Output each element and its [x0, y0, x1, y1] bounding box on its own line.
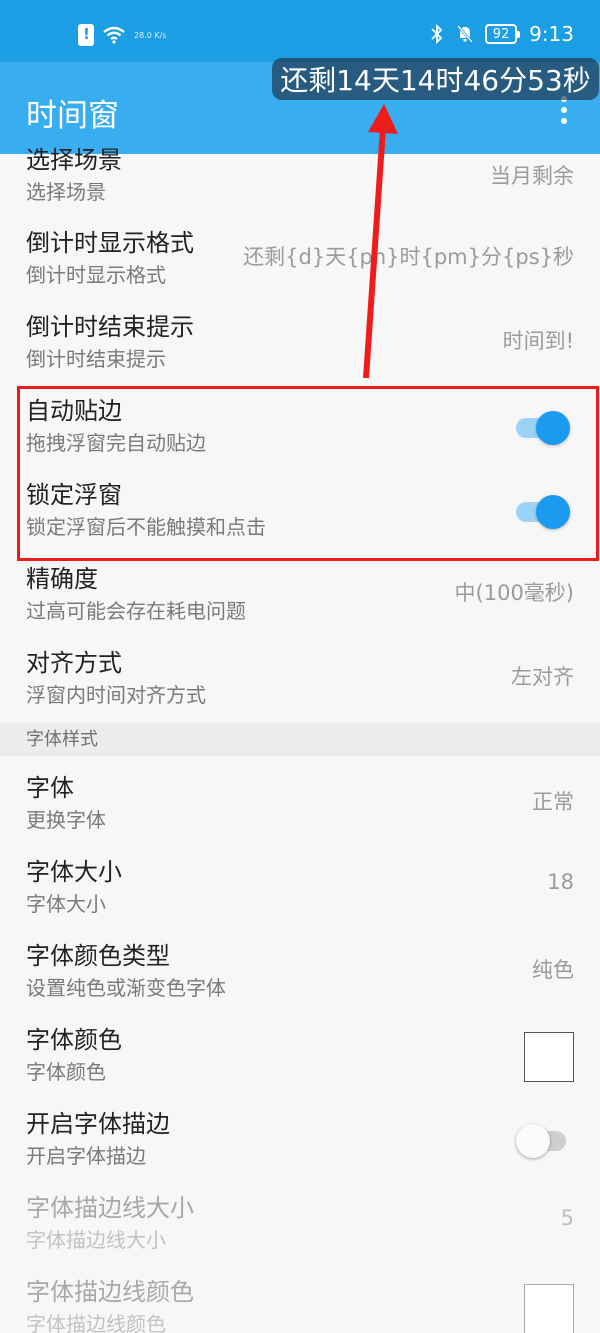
- pref-title: 倒计时结束提示: [26, 313, 194, 341]
- pref-value: 正常: [532, 790, 574, 814]
- status-bar: 28.0 K/s 92 9:13: [0, 0, 600, 62]
- pref-title: 倒计时显示格式: [26, 229, 194, 257]
- pref-value: 左对齐: [511, 665, 574, 689]
- pref-title: 字体颜色类型: [26, 942, 170, 970]
- sim-alert-icon: [78, 24, 94, 46]
- pref-precision[interactable]: 精确度 过高可能会存在耗电问题 中(100毫秒): [0, 551, 600, 635]
- pref-summary: 字体描边线颜色: [26, 1312, 166, 1333]
- pref-summary: 更换字体: [26, 808, 106, 832]
- pref-font-color-type[interactable]: 字体颜色类型 设置纯色或渐变色字体 纯色: [0, 928, 600, 1012]
- pref-value: 中(100毫秒): [454, 581, 574, 605]
- pref-title: 对齐方式: [26, 649, 122, 677]
- pref-summary: 字体描边线大小: [26, 1228, 166, 1252]
- wifi-icon: [103, 26, 125, 44]
- stroke-color-swatch: [524, 1284, 574, 1333]
- settings-list: 选择场景 选择场景 当月剩余 倒计时显示格式 倒计时显示格式 还剩{d}天{ph…: [0, 146, 600, 1333]
- bluetooth-icon: [431, 23, 443, 45]
- annotation-highlight-box: [17, 386, 599, 561]
- pref-title: 字体: [26, 774, 74, 802]
- pref-alignment[interactable]: 对齐方式 浮窗内时间对齐方式 左对齐: [0, 635, 600, 719]
- battery-icon: 92: [485, 24, 521, 44]
- category-header: 字体样式: [0, 723, 600, 756]
- pref-countdown-format[interactable]: 倒计时显示格式 倒计时显示格式 还剩{d}天{ph}时{pm}分{ps}秒: [0, 215, 600, 299]
- pref-value: 时间到!: [502, 329, 574, 353]
- pref-title: 开启字体描边: [26, 1110, 170, 1138]
- pref-title: 字体颜色: [26, 1026, 122, 1054]
- pref-summary: 过高可能会存在耗电问题: [26, 599, 246, 623]
- pref-summary: 字体颜色: [26, 1060, 106, 1084]
- pref-summary: 开启字体描边: [26, 1144, 146, 1168]
- pref-summary: 浮窗内时间对齐方式: [26, 683, 206, 707]
- mute-bell-icon: [457, 25, 474, 43]
- pref-title: 字体描边线大小: [26, 1194, 194, 1222]
- pref-title: 精确度: [26, 565, 98, 593]
- pref-stroke-color: 字体描边线颜色 字体描边线颜色: [0, 1264, 600, 1333]
- pref-summary: 倒计时结束提示: [26, 347, 166, 371]
- pref-scene[interactable]: 选择场景 选择场景 当月剩余: [0, 146, 600, 215]
- status-clock: 9:13: [529, 22, 574, 46]
- pref-font-color[interactable]: 字体颜色 字体颜色: [0, 1012, 600, 1096]
- floating-countdown-window[interactable]: 还剩14天14时46分53秒: [272, 58, 599, 100]
- pref-value: 18: [547, 870, 574, 894]
- pref-value: 还剩{d}天{ph}时{pm}分{ps}秒: [243, 245, 574, 269]
- pref-title: 字体描边线颜色: [26, 1278, 194, 1306]
- pref-summary: 选择场景: [26, 180, 106, 204]
- pref-value: 5: [560, 1206, 574, 1230]
- network-speed: 28.0 K/s: [134, 30, 167, 40]
- pref-summary: 倒计时显示格式: [26, 263, 166, 287]
- pref-summary: 设置纯色或渐变色字体: [26, 976, 226, 1000]
- battery-level: 92: [492, 26, 510, 42]
- app-title: 时间窗: [26, 98, 119, 134]
- pref-value: 纯色: [532, 958, 574, 982]
- pref-font-stroke[interactable]: 开启字体描边 开启字体描边: [0, 1096, 600, 1180]
- pref-end-prompt[interactable]: 倒计时结束提示 倒计时结束提示 时间到!: [0, 299, 600, 383]
- font-color-swatch[interactable]: [524, 1032, 574, 1082]
- pref-font[interactable]: 字体 更换字体 正常: [0, 760, 600, 844]
- font-stroke-switch[interactable]: [516, 1122, 570, 1158]
- pref-value: 当月剩余: [490, 164, 574, 188]
- pref-title: 选择场景: [26, 146, 122, 174]
- pref-font-size[interactable]: 字体大小 字体大小 18: [0, 844, 600, 928]
- pref-stroke-size: 字体描边线大小 字体描边线大小 5: [0, 1180, 600, 1264]
- pref-title: 字体大小: [26, 858, 122, 886]
- pref-summary: 字体大小: [26, 892, 106, 916]
